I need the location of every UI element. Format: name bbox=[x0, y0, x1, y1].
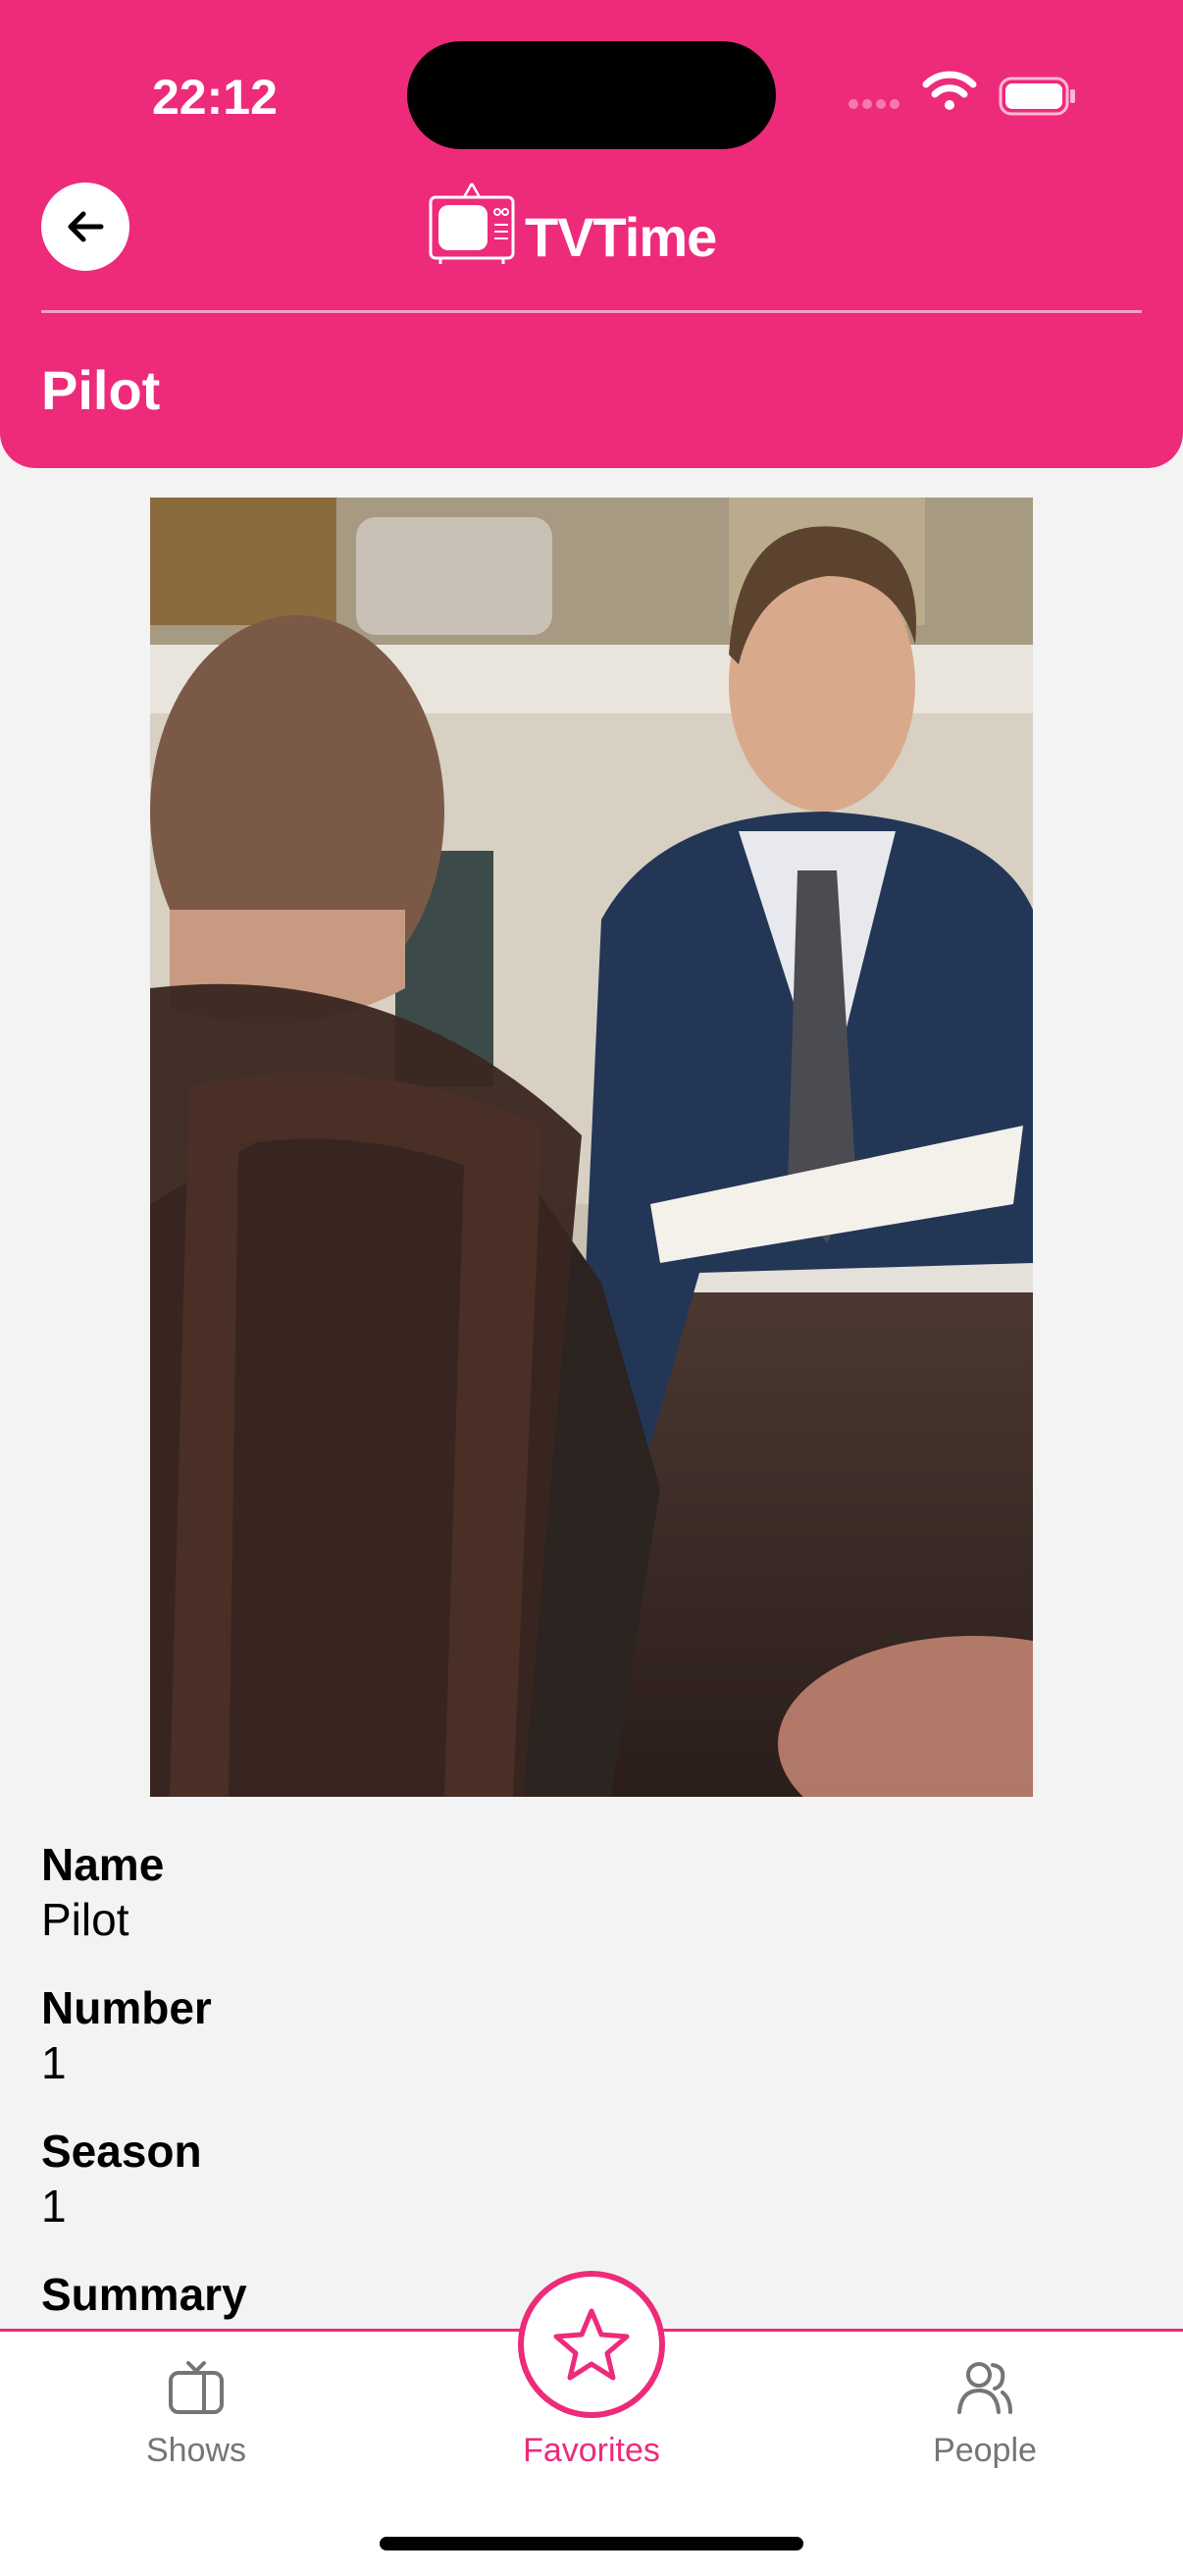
field-name: Name Pilot bbox=[41, 1837, 1140, 1947]
battery-icon bbox=[999, 77, 1075, 116]
episode-details: Name Pilot Number 1 Season 1 Summary bbox=[41, 1837, 1140, 2322]
status-time: 22:12 bbox=[152, 70, 278, 125]
field-label: Season bbox=[41, 2126, 202, 2177]
people-icon bbox=[957, 2362, 1012, 2414]
field-label: Number bbox=[41, 1982, 212, 2033]
tab-shows[interactable]: Shows bbox=[69, 2332, 324, 2508]
episode-image bbox=[150, 498, 1033, 1797]
tv-icon bbox=[169, 2361, 224, 2414]
tab-label: People bbox=[933, 2432, 1037, 2469]
cellular-signal-icon bbox=[849, 96, 903, 114]
dynamic-island bbox=[407, 41, 776, 149]
field-number: Number 1 bbox=[41, 1980, 1140, 2090]
field-value: Pilot bbox=[41, 1894, 129, 1945]
field-value: 1 bbox=[41, 2037, 67, 2088]
favorites-circle bbox=[518, 2271, 665, 2418]
tab-label: Shows bbox=[145, 2432, 247, 2469]
star-icon bbox=[553, 2308, 630, 2381]
page-title: Pilot bbox=[41, 359, 161, 421]
app-header: 22:12 TVTime Pilot bbox=[0, 0, 1183, 468]
tab-favorites[interactable]: Favorites bbox=[464, 2271, 719, 2508]
arrow-left-icon bbox=[68, 211, 104, 242]
field-value: 1 bbox=[41, 2181, 67, 2232]
back-button[interactable] bbox=[41, 183, 129, 271]
header-divider bbox=[41, 310, 1142, 313]
tv-logo-icon bbox=[429, 183, 515, 264]
tvtime-logo: TVTime bbox=[427, 180, 750, 278]
wifi-icon bbox=[922, 71, 977, 110]
logo-text: TVTime bbox=[525, 206, 717, 268]
field-season: Season 1 bbox=[41, 2124, 1140, 2234]
tab-people[interactable]: People bbox=[857, 2332, 1112, 2508]
field-label: Name bbox=[41, 1839, 165, 1890]
home-indicator bbox=[380, 2537, 803, 2550]
tab-label: Favorites bbox=[523, 2432, 660, 2469]
